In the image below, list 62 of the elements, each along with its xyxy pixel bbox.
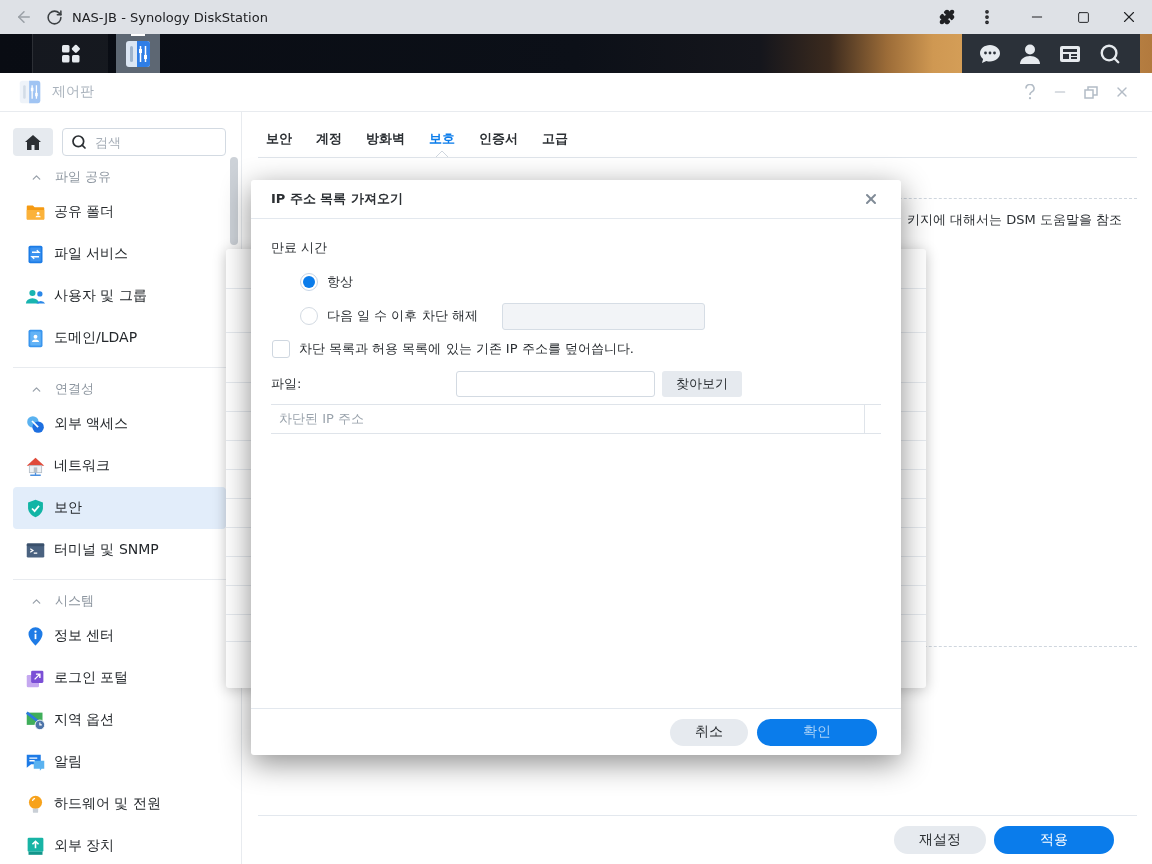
chat-icon[interactable] bbox=[979, 42, 1001, 65]
sidebar-item[interactable]: 사용자 및 그룹 bbox=[13, 275, 226, 317]
sidebar-item[interactable]: 하드웨어 및 전원 bbox=[13, 783, 226, 825]
reload-icon[interactable] bbox=[45, 8, 63, 26]
upload-box-icon bbox=[25, 835, 46, 857]
sidebar-item[interactable]: 보안 bbox=[13, 487, 226, 529]
sidebar-item[interactable]: 로그인 포털 bbox=[13, 657, 226, 699]
checkbox[interactable] bbox=[272, 340, 290, 358]
maximize-icon[interactable] bbox=[1076, 10, 1090, 24]
tab[interactable]: 계정 bbox=[316, 112, 342, 157]
sidebar-item[interactable]: 외부 장치 bbox=[13, 825, 226, 864]
tab[interactable]: 고급 bbox=[542, 112, 568, 157]
input-field[interactable] bbox=[456, 371, 655, 397]
sidebar-item[interactable]: 도메인/LDAP bbox=[13, 317, 226, 359]
main-menu-button[interactable] bbox=[32, 34, 108, 73]
cancel-button[interactable]: 취소 bbox=[670, 718, 748, 746]
scrollbar-thumb[interactable] bbox=[230, 157, 238, 245]
radio-button[interactable] bbox=[300, 307, 318, 325]
dialog-title: IP 주소 목록 가져오기 bbox=[271, 190, 403, 208]
sliders-panel-icon bbox=[124, 39, 152, 68]
map-clock-icon bbox=[25, 709, 46, 731]
sidebar-item[interactable]: 지역 옵션 bbox=[13, 699, 226, 741]
window-title: 제어판 bbox=[52, 83, 94, 101]
sidebar-item[interactable]: 파일 서비스 bbox=[13, 233, 226, 275]
puzzle-icon[interactable] bbox=[939, 9, 955, 25]
sidebar-item[interactable]: 알림 bbox=[13, 741, 226, 783]
home-icon bbox=[25, 134, 41, 150]
browser-title: NAS-JB - Synology DiskStation bbox=[72, 9, 268, 25]
sidebar-item[interactable]: 외부 액세스 bbox=[13, 403, 226, 445]
radio-button[interactable] bbox=[300, 273, 318, 291]
search-icon bbox=[71, 134, 87, 150]
reset-button[interactable]: 재설정 bbox=[894, 826, 986, 854]
tab[interactable]: 인증서 bbox=[479, 112, 518, 157]
home-button[interactable] bbox=[13, 128, 53, 156]
column-header: 차단된 IP 주소 bbox=[278, 410, 365, 428]
search-icon[interactable] bbox=[1099, 42, 1121, 65]
radio-option[interactable]: 다음 일 수 이후 차단 해제 bbox=[300, 307, 478, 325]
house-icon bbox=[25, 455, 46, 477]
user-icon[interactable] bbox=[1019, 42, 1041, 65]
field-label: 파일: bbox=[271, 375, 302, 393]
field-label: 만료 시간 bbox=[271, 239, 328, 257]
linked-circles-icon bbox=[25, 413, 46, 435]
selection-notch-icon bbox=[436, 151, 448, 157]
checkbox-option[interactable]: 차단 목록과 허용 목록에 있는 기존 IP 주소를 덮어씁니다. bbox=[271, 340, 634, 358]
tab[interactable]: 방화벽 bbox=[366, 112, 405, 157]
sidebar-item[interactable]: 정보 센터 bbox=[13, 615, 226, 657]
browse-button[interactable]: 찾아보기 bbox=[662, 371, 742, 397]
help-text: 키지에 대해서는 DSM 도움말을 참조 bbox=[907, 211, 1122, 229]
sidebar-item[interactable]: 공유 폴더 bbox=[13, 191, 226, 233]
app-button[interactable] bbox=[116, 34, 160, 73]
contact-card-icon bbox=[25, 327, 46, 349]
search-field[interactable]: 검색 bbox=[62, 128, 226, 156]
file-transfer-icon bbox=[25, 243, 46, 265]
radio-option[interactable]: 항상 bbox=[300, 273, 353, 291]
sidebar-item[interactable]: 네트워크 bbox=[13, 445, 226, 487]
apps-grid-icon bbox=[60, 43, 81, 64]
sliders-panel-icon bbox=[18, 80, 42, 104]
tab[interactable]: 보안 bbox=[266, 112, 292, 157]
sidebar-item[interactable]: 터미널 및 SNMP bbox=[13, 529, 226, 571]
tab[interactable]: 보호 bbox=[429, 112, 455, 157]
apply-button[interactable]: 적용 bbox=[994, 826, 1114, 854]
shield-check-icon bbox=[25, 497, 46, 519]
